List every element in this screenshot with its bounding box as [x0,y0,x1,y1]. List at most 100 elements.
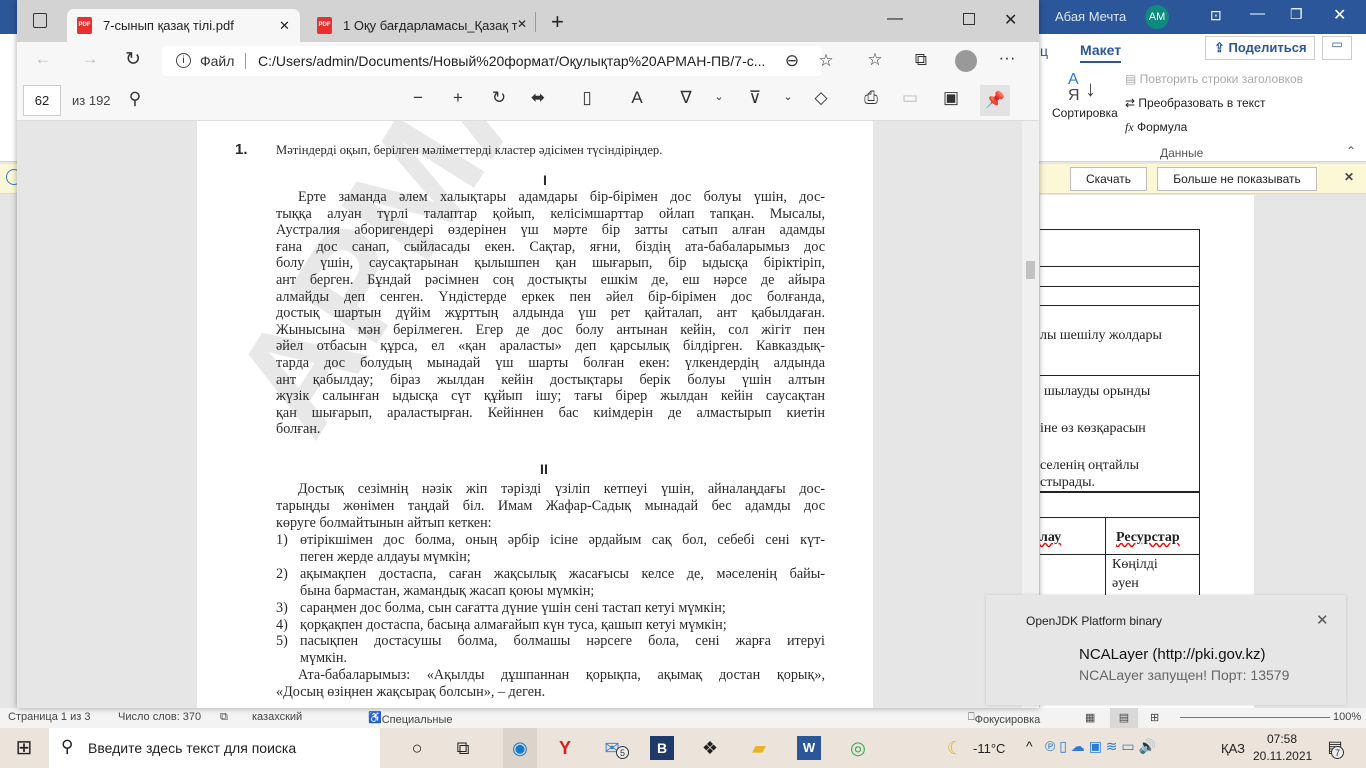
zoom-out-button[interactable]: − [406,88,430,108]
new-tab-button[interactable]: + [551,9,564,35]
chrome-app-icon[interactable]: ◎ [846,736,870,760]
tab-partial[interactable]: ц [1040,43,1048,59]
close-window-button[interactable]: ✕ [1004,10,1017,30]
weather-icon[interactable]: ☾ [943,736,967,760]
close-button[interactable]: ✕ [1333,5,1346,25]
word-app-icon[interactable]: W [797,736,821,760]
close-tab-icon[interactable]: ✕ [517,17,527,31]
clock-date[interactable]: 20.11.2021 [1253,749,1312,763]
ribbon-display-icon[interactable]: ⊡ [1210,7,1222,24]
list-item-line: пеген жерде алдауы мүмкін; [300,548,471,565]
refresh-button[interactable]: ↻ [121,48,145,71]
formula-button[interactable]: fx Формула [1125,120,1187,135]
restore-button[interactable]: ❐ [1290,6,1303,23]
edge-app-icon[interactable]: ◉ [503,728,537,768]
close-tab-icon[interactable]: ✕ [279,9,290,42]
focus-button[interactable]: ⎕ Фокусировка [968,711,1040,726]
zoom-out-icon[interactable]: ⊖ [780,46,804,76]
highlight-icon[interactable]: ⊽ [743,88,767,108]
convert-to-text-button[interactable]: ⇄ Преобразовать в текст [1125,96,1266,110]
mail-badge: 5 [616,746,629,759]
accessibility-status[interactable]: ♿ Специальные возможности: не поддержива… [368,711,468,750]
minimize-button[interactable]: — [887,10,903,28]
share-button[interactable]: ⇪ Поделиться [1205,36,1315,60]
collapse-ribbon-icon[interactable]: ⌃ [1346,144,1356,158]
table-cell-text: әуен [1112,576,1139,591]
page-count[interactable]: Страница 1 из 3 [8,711,90,723]
save-as-icon[interactable]: ▣ [939,88,963,108]
page-number-input[interactable]: 62 [23,85,61,116]
search-icon: ⚲ [61,737,74,756]
word-count[interactable]: Число слов: 370 [118,711,201,723]
chevron-down-icon[interactable]: ⌄ [707,90,731,103]
favorites-icon[interactable]: ☆ [863,50,887,70]
notification-toast[interactable]: OpenJDK Platform binary ✕ NCALayer (http… [986,595,1346,705]
add-favorite-icon[interactable]: ☆ [814,46,838,76]
fit-width-icon[interactable]: ⬌ [526,88,550,108]
weather-temp[interactable]: -11°C [973,741,1005,756]
search-icon[interactable]: ⚲ [123,89,147,109]
search-box[interactable]: ⚲ Введите здесь текст для поиска [49,728,380,768]
tray-icon[interactable]: ℗ ▯ ☁ ▣ ≋ ▭ 🔊 [1045,738,1156,755]
table-cell-text: іне өз көзқарасын [1040,421,1146,436]
web-layout-icon[interactable]: ⊞ [1150,711,1159,724]
toast-app-name: OpenJDK Platform binary [1026,614,1163,628]
action-center-icon[interactable]: ▤7 [1323,736,1347,760]
collections-icon[interactable]: ⧉ [909,50,933,70]
tab-actions-icon[interactable] [33,13,47,28]
pdf-toolbar: 62 из 192 ⚲ − + ↻ ⬌ ▯ A ∇ ⌄ ⊽ ⌄ ◇ ⎙ ▭ ▣ … [17,80,1039,121]
file-explorer-icon[interactable]: ▰ [747,736,771,760]
list-number: 2) [276,565,288,582]
word-user-name: Абая Мечта [1055,9,1127,24]
yandex-app-icon[interactable]: Y [553,736,577,760]
read-aloud-icon[interactable]: A [625,88,649,108]
zoom-slider[interactable] [1180,717,1330,718]
rotate-icon[interactable]: ↻ [487,88,511,108]
url-text[interactable]: C:/Users/admin/Documents/Новый%20формат/… [258,46,768,76]
sort-button[interactable]: Сортировка [1052,106,1118,120]
scrollbar-thumb[interactable] [1026,261,1035,279]
cortana-icon[interactable]: ○ [405,736,429,760]
proofing-icon[interactable]: ⧉ [220,711,228,724]
profile-avatar[interactable] [955,50,977,72]
print-icon[interactable]: ⎙ [859,88,883,108]
close-icon[interactable]: ✕ [1344,170,1354,184]
zoom-level[interactable]: 100% [1333,711,1361,723]
close-icon[interactable]: ✕ [1316,611,1329,629]
mail-app-icon[interactable]: ✉ 5 [600,736,629,760]
info-icon[interactable]: i [176,53,191,68]
draw-icon[interactable]: ∇ [674,88,698,108]
show-hidden-icons[interactable]: ^ [1026,738,1033,754]
language-indicator[interactable]: ҚАЗ [1221,741,1245,756]
avatar[interactable]: AM [1145,5,1169,29]
list-item-line: пасықпен достасушы болма, болмашы нәрсег… [300,633,825,650]
tab-program[interactable]: PDF 1 Оқу бағдарламасы_Қазақ тілі [307,9,517,42]
print-layout-icon[interactable]: ▤ [1110,708,1138,728]
tab-layout[interactable]: Макет [1080,42,1122,63]
chevron-down-icon[interactable]: ⌄ [776,90,800,103]
table-cell-text: шылауды орынды [1044,384,1151,399]
forward-button[interactable]: → [78,49,102,69]
page-view-icon[interactable]: ▯ [575,88,599,108]
address-bar[interactable]: i Файл C:/Users/admin/Documents/Новый%20… [162,46,834,76]
dropbox-icon[interactable]: ❖ [698,736,722,760]
tab-active-pdf[interactable]: PDF 7-сынып қазақ тілі.pdf ✕ [67,9,300,42]
pdf-icon: PDF [77,17,92,34]
zoom-in-button[interactable]: + [446,88,470,108]
maximize-button[interactable] [963,13,975,25]
dont-show-button[interactable]: Больше не показывать [1157,167,1317,191]
read-mode-icon[interactable]: ▦ [1085,711,1095,724]
pin-toolbar-button[interactable]: 📌 [980,85,1010,116]
comments-button[interactable]: ▭ [1322,36,1352,60]
download-button[interactable]: Скачать [1070,167,1147,191]
task-view-icon[interactable]: ⧉ [451,736,475,760]
minimize-button[interactable]: — [1250,5,1265,22]
windows-start-icon[interactable]: ⊞ [12,736,36,760]
language[interactable]: казахский [252,711,302,723]
clock-time[interactable]: 07:58 [1267,732,1297,746]
more-icon[interactable]: ··· [995,48,1019,68]
back-button[interactable]: ← [31,49,55,69]
eraser-icon[interactable]: ◇ [809,88,833,108]
save-icon[interactable]: ▭ [898,88,922,108]
b-app-icon[interactable]: B [650,736,674,760]
